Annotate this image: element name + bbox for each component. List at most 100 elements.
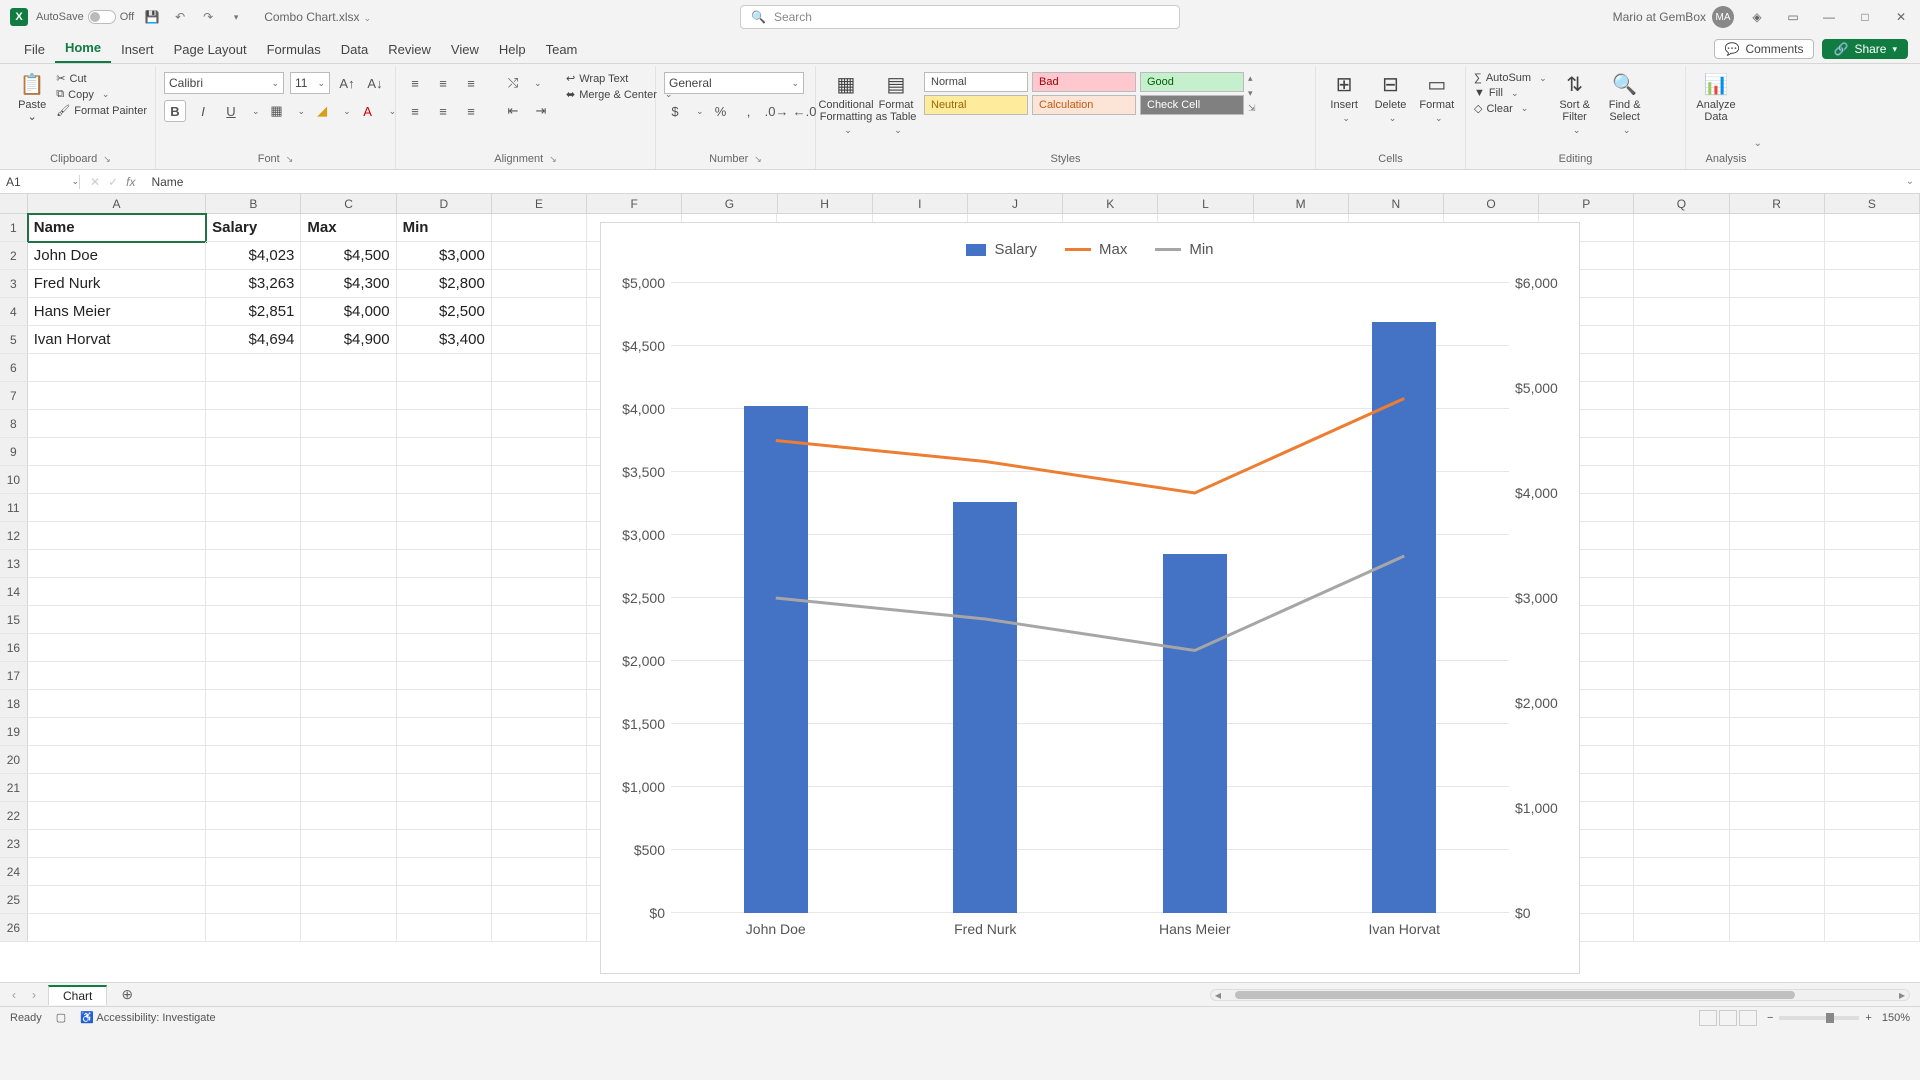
cell-C22[interactable] (301, 802, 396, 830)
cell-C4[interactable]: $4,000 (301, 298, 396, 326)
column-header-A[interactable]: A (28, 194, 207, 213)
cell-A11[interactable] (28, 494, 206, 522)
cell-R23[interactable] (1730, 830, 1825, 858)
cell-D25[interactable] (397, 886, 492, 914)
cell-R10[interactable] (1730, 466, 1825, 494)
align-bottom-icon[interactable]: ≡ (460, 72, 482, 94)
cell-Q8[interactable] (1634, 410, 1729, 438)
cell-B12[interactable] (206, 522, 301, 550)
cell-S17[interactable] (1825, 662, 1920, 690)
row-header-9[interactable]: 9 (0, 438, 28, 466)
tab-insert[interactable]: Insert (111, 36, 164, 63)
bold-button[interactable]: B (164, 100, 186, 122)
cell-E23[interactable] (492, 830, 587, 858)
save-icon[interactable]: 💾 (142, 7, 162, 27)
cell-B1[interactable]: Salary (206, 214, 301, 242)
cell-D12[interactable] (397, 522, 492, 550)
zoom-slider[interactable]: − + (1767, 1012, 1872, 1024)
zoom-in-icon[interactable]: + (1865, 1012, 1871, 1024)
cell-A5[interactable]: Ivan Horvat (28, 326, 206, 354)
row-header-15[interactable]: 15 (0, 606, 28, 634)
sheet-nav-prev-icon[interactable]: ‹ (8, 988, 20, 1002)
cell-R4[interactable] (1730, 298, 1825, 326)
autosave-toggle[interactable]: AutoSave Off (36, 10, 134, 24)
column-header-O[interactable]: O (1444, 194, 1539, 213)
sheet-tab-chart[interactable]: Chart (48, 985, 107, 1005)
cell-C11[interactable] (301, 494, 396, 522)
tab-help[interactable]: Help (489, 36, 536, 63)
cell-Q26[interactable] (1634, 914, 1729, 942)
ribbon-mode-icon[interactable]: ▭ (1780, 4, 1806, 30)
enter-formula-icon[interactable]: ✓ (108, 175, 118, 189)
cell-B2[interactable]: $4,023 (206, 242, 301, 270)
cell-R20[interactable] (1730, 746, 1825, 774)
cell-Q4[interactable] (1634, 298, 1729, 326)
format-cells-button[interactable]: ▭Format⌄ (1417, 72, 1457, 124)
row-header-23[interactable]: 23 (0, 830, 28, 858)
cell-R12[interactable] (1730, 522, 1825, 550)
cell-style-good[interactable]: Good (1140, 72, 1244, 92)
cell-B16[interactable] (206, 634, 301, 662)
cell-E11[interactable] (492, 494, 587, 522)
cell-E2[interactable] (492, 242, 587, 270)
styles-scroll-down-icon[interactable]: ▾ (1248, 88, 1256, 99)
cell-E5[interactable] (492, 326, 587, 354)
cell-Q7[interactable] (1634, 382, 1729, 410)
cell-R14[interactable] (1730, 578, 1825, 606)
cell-E18[interactable] (492, 690, 587, 718)
cell-D26[interactable] (397, 914, 492, 942)
align-top-icon[interactable]: ≡ (404, 72, 426, 94)
cell-D22[interactable] (397, 802, 492, 830)
cell-B7[interactable] (206, 382, 301, 410)
cell-style-calculation[interactable]: Calculation (1032, 95, 1136, 115)
column-header-N[interactable]: N (1349, 194, 1444, 213)
cell-S16[interactable] (1825, 634, 1920, 662)
paste-button[interactable]: 📋 Paste⌄ (14, 72, 50, 123)
autosum-button[interactable]: ∑AutoSum ⌄ (1474, 72, 1547, 84)
cell-E13[interactable] (492, 550, 587, 578)
cell-A22[interactable] (28, 802, 206, 830)
clear-button[interactable]: ◇Clear ⌄ (1474, 102, 1547, 115)
cell-Q21[interactable] (1634, 774, 1729, 802)
redo-icon[interactable]: ↷ (198, 7, 218, 27)
cell-E21[interactable] (492, 774, 587, 802)
page-break-view-icon[interactable] (1739, 1010, 1757, 1026)
cell-R13[interactable] (1730, 550, 1825, 578)
cell-D6[interactable] (397, 354, 492, 382)
cell-E16[interactable] (492, 634, 587, 662)
close-icon[interactable]: ✕ (1888, 4, 1914, 30)
qat-customize-icon[interactable]: ▾ (226, 7, 246, 27)
cell-R19[interactable] (1730, 718, 1825, 746)
row-header-8[interactable]: 8 (0, 410, 28, 438)
cell-C9[interactable] (301, 438, 396, 466)
cell-Q1[interactable] (1634, 214, 1729, 242)
cell-C12[interactable] (301, 522, 396, 550)
normal-view-icon[interactable] (1699, 1010, 1717, 1026)
cell-Q6[interactable] (1634, 354, 1729, 382)
comma-icon[interactable]: , (738, 100, 760, 122)
cell-Q5[interactable] (1634, 326, 1729, 354)
cell-E10[interactable] (492, 466, 587, 494)
cell-A19[interactable] (28, 718, 206, 746)
cell-D17[interactable] (397, 662, 492, 690)
styles-scroll-up-icon[interactable]: ▴ (1248, 73, 1256, 84)
filename[interactable]: Combo Chart.xlsx⌄ (264, 10, 371, 24)
increase-font-icon[interactable]: A↑ (336, 72, 358, 94)
cell-Q22[interactable] (1634, 802, 1729, 830)
cell-Q9[interactable] (1634, 438, 1729, 466)
tab-team[interactable]: Team (536, 36, 588, 63)
align-center-icon[interactable]: ≡ (432, 100, 454, 122)
row-header-14[interactable]: 14 (0, 578, 28, 606)
row-header-20[interactable]: 20 (0, 746, 28, 774)
cell-A14[interactable] (28, 578, 206, 606)
cell-Q2[interactable] (1634, 242, 1729, 270)
cell-E9[interactable] (492, 438, 587, 466)
conditional-formatting-button[interactable]: ▦Conditional Formatting⌄ (824, 72, 868, 136)
tab-home[interactable]: Home (55, 34, 111, 63)
cell-B23[interactable] (206, 830, 301, 858)
cell-S3[interactable] (1825, 270, 1920, 298)
cell-D13[interactable] (397, 550, 492, 578)
cell-C23[interactable] (301, 830, 396, 858)
row-header-11[interactable]: 11 (0, 494, 28, 522)
cell-B14[interactable] (206, 578, 301, 606)
